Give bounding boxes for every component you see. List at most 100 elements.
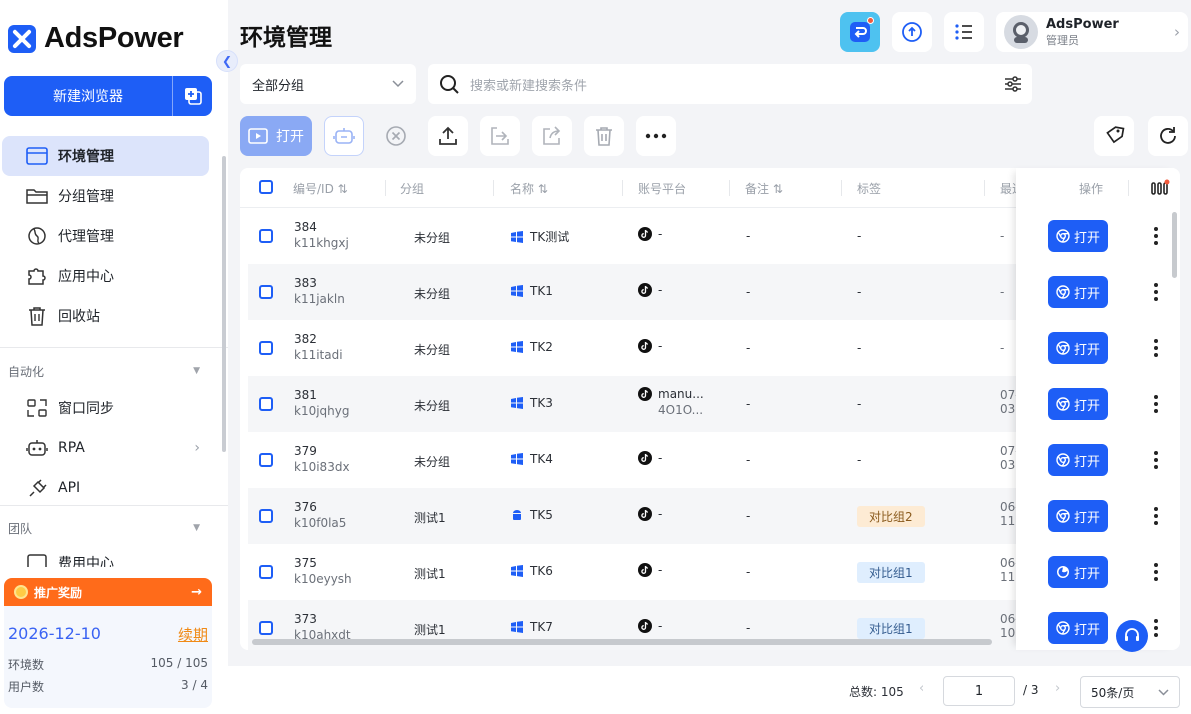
sync-button[interactable] [892, 12, 932, 52]
chevron-right-icon: › [1174, 23, 1180, 41]
sidebar-scrollbar[interactable] [222, 156, 226, 452]
env-quota-value: 105 / 105 [150, 656, 208, 670]
promo-card: 推广奖励 → 2026-12-10 续期 环境数 105 / 105 用户数 3… [4, 578, 212, 708]
batch-open-button[interactable]: 打开 [240, 116, 312, 156]
col-id-label: 编号/ID [293, 182, 334, 196]
delete-button[interactable] [584, 116, 624, 156]
sidebar-item-apps[interactable]: 应用中心 [0, 256, 228, 296]
open-profile-button[interactable]: 打开 [1048, 500, 1108, 532]
col-platform: 账号平台 [638, 182, 687, 196]
last-open-cell: - [1000, 285, 1004, 299]
prev-page-icon[interactable]: ‹ [919, 681, 924, 696]
batch-create-button[interactable] [172, 76, 212, 116]
platform-cell: - [638, 563, 662, 579]
move-group-button[interactable] [480, 116, 520, 156]
platform-account: manu... [658, 387, 704, 401]
support-button[interactable] [1116, 620, 1148, 652]
select-all-checkbox[interactable] [259, 180, 273, 194]
open-profile-button[interactable]: 打开 [1048, 220, 1108, 252]
quick-launch-button[interactable] [840, 12, 880, 52]
next-page-icon[interactable]: › [1055, 681, 1060, 696]
team-header[interactable]: 团队 ▼ [0, 511, 228, 545]
search-input[interactable]: 搜索或新建搜索条件 [470, 75, 994, 94]
col-note[interactable]: 备注 ⇅ [745, 180, 783, 197]
refresh-button[interactable] [1148, 116, 1188, 156]
row-checkbox[interactable] [259, 285, 273, 299]
automation-header[interactable]: 自动化 ▼ [0, 354, 228, 388]
puzzle-icon [28, 268, 46, 285]
table-horizontal-scrollbar[interactable] [252, 639, 992, 645]
col-id[interactable]: 编号/ID ⇅ [293, 180, 348, 197]
profile-name: TK测试 [530, 230, 570, 244]
rpa-button[interactable] [324, 116, 364, 156]
sidebar-item-proxy[interactable]: 代理管理 [0, 216, 228, 256]
columns-icon [1151, 179, 1170, 195]
note-cell: - [746, 229, 751, 243]
more-vertical-icon[interactable] [1154, 451, 1158, 472]
open-profile-button[interactable]: 打开 [1048, 444, 1108, 476]
group-cell: 测试1 [414, 567, 446, 581]
profile-id-cell: 376 k10f0la5 [294, 500, 346, 530]
more-vertical-icon[interactable] [1154, 507, 1158, 528]
promo-banner[interactable]: 推广奖励 → [4, 578, 212, 606]
row-checkbox[interactable] [259, 565, 273, 579]
note-cell: - [746, 509, 751, 523]
sidebar-item-billing[interactable]: 费用中心 [0, 545, 228, 567]
profile-id: k11jakln [294, 292, 345, 306]
new-browser-button[interactable]: 新建浏览器 [4, 76, 172, 116]
open-profile-button[interactable]: 打开 [1048, 612, 1108, 644]
tiktok-icon [638, 227, 652, 241]
open-profile-button[interactable]: 打开 [1048, 388, 1108, 420]
row-checkbox[interactable] [259, 509, 273, 523]
renew-link[interactable]: 续期 [178, 624, 208, 645]
more-vertical-icon[interactable] [1154, 339, 1158, 360]
sidebar-item-sync[interactable]: 窗口同步 [0, 388, 228, 428]
sidebar-item-rpa[interactable]: RPA › [0, 428, 228, 468]
collapse-sidebar-button[interactable]: ❮ [216, 50, 238, 72]
sidebar-item-groups[interactable]: 分组管理 [0, 176, 228, 216]
row-checkbox[interactable] [259, 229, 273, 243]
platform-account: - [658, 451, 663, 465]
user-menu[interactable]: AdsPower 管理员 › [996, 12, 1188, 52]
profile-id-cell: 379 k10i83dx [294, 444, 350, 474]
row-checkbox[interactable] [259, 453, 273, 467]
sidebar-item-label: 应用中心 [58, 269, 114, 285]
more-vertical-icon[interactable] [1154, 619, 1158, 640]
sidebar-item-env[interactable]: 环境管理 [2, 136, 209, 176]
more-vertical-icon[interactable] [1154, 395, 1158, 416]
col-name[interactable]: 名称 ⇅ [510, 180, 548, 197]
total-count: 总数: 105 [849, 685, 904, 699]
more-vertical-icon[interactable] [1154, 283, 1158, 304]
filter-settings-icon[interactable] [1004, 76, 1022, 92]
close-browser-button[interactable] [376, 116, 416, 156]
task-list-button[interactable] [944, 12, 984, 52]
row-checkbox[interactable] [259, 397, 273, 411]
open-profile-button[interactable]: 打开 [1048, 276, 1108, 308]
open-profile-button[interactable]: 打开 [1048, 332, 1108, 364]
window-icon [26, 147, 48, 165]
share-button[interactable] [532, 116, 572, 156]
open-profile-button[interactable]: 打开 [1048, 556, 1108, 588]
group-filter-select[interactable]: 全部分组 [240, 64, 416, 104]
sidebar-item-api[interactable]: API [0, 468, 228, 508]
more-actions-button[interactable] [636, 116, 676, 156]
profile-id-cell: 373 k10ahxdt [294, 612, 351, 642]
tag-cell: - [857, 397, 861, 411]
row-checkbox[interactable] [259, 341, 273, 355]
table-vertical-scrollbar[interactable] [1172, 212, 1177, 278]
sidebar-item-trash[interactable]: 回收站 [0, 296, 228, 336]
windows-icon [511, 285, 523, 297]
search-bar[interactable]: 搜索或新建搜索条件 [428, 64, 1032, 104]
export-button[interactable] [428, 116, 468, 156]
more-vertical-icon[interactable] [1154, 563, 1158, 584]
more-vertical-icon[interactable] [1154, 227, 1158, 248]
sort-icon: ⇅ [337, 182, 348, 196]
page-input[interactable]: 1 [943, 676, 1015, 706]
profile-id-cell: 375 k10eyysh [294, 556, 352, 586]
row-checkbox[interactable] [259, 621, 273, 635]
chevron-down-icon [392, 80, 404, 88]
page-size-select[interactable]: 50条/页 [1080, 676, 1180, 708]
pagination: 总数: 105 ‹ 1 / 3 › 50条/页 [228, 666, 1191, 714]
tag-manage-button[interactable] [1094, 116, 1134, 156]
column-settings-button[interactable] [1150, 179, 1170, 201]
